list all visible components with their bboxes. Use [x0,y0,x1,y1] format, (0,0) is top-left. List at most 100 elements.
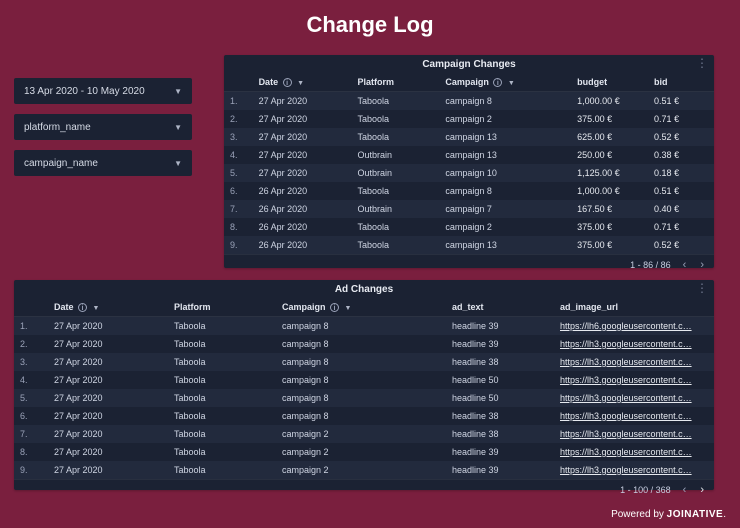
col-date[interactable]: Date i ▼ [253,73,352,92]
cell-platform: Taboola [168,425,276,443]
cell-budget: 1,000.00 € [571,92,648,111]
cell-date: 27 Apr 2020 [253,164,352,182]
ad-image-link[interactable]: https://lh6.googleusercontent.c… [560,321,692,331]
sort-desc-icon: ▼ [345,305,352,312]
prev-page-icon[interactable]: ‹ [681,259,689,271]
col-ad-image-url[interactable]: ad_image_url [554,298,714,317]
cell-bid: 0.40 € [648,200,714,218]
table-row[interactable]: 1.27 Apr 2020Taboolacampaign 81,000.00 €… [224,92,714,111]
cell-campaign: campaign 2 [439,218,571,236]
cell-date: 27 Apr 2020 [48,407,168,425]
cell-platform: Outbrain [351,146,439,164]
cell-platform: Taboola [351,110,439,128]
pager: 1 - 100 / 368 ‹ › [14,479,714,500]
cell-platform: Taboola [351,218,439,236]
cell-bid: 0.52 € [648,236,714,254]
table-row[interactable]: 2.27 Apr 2020Taboolacampaign 8headline 3… [14,335,714,353]
ad-image-link[interactable]: https://lh3.googleusercontent.c… [560,429,692,439]
cell-platform: Outbrain [351,200,439,218]
date-range-select[interactable]: 13 Apr 2020 - 10 May 2020 ▼ [14,78,192,104]
cell-bid: 0.51 € [648,182,714,200]
ad-image-link[interactable]: https://lh3.googleusercontent.c… [560,411,692,421]
cell-campaign: campaign 2 [276,443,446,461]
ad-changes-panel: Ad Changes ⋮ Date i ▼ Platform Campaign … [14,280,714,490]
row-index: 1. [14,317,48,336]
next-page-icon[interactable]: › [698,484,706,496]
campaign-select[interactable]: campaign_name ▼ [14,150,192,176]
table-row[interactable]: 6.26 Apr 2020Taboolacampaign 81,000.00 €… [224,182,714,200]
ad-image-link[interactable]: https://lh3.googleusercontent.c… [560,339,692,349]
cell-platform: Taboola [351,128,439,146]
table-row[interactable]: 2.27 Apr 2020Taboolacampaign 2375.00 €0.… [224,110,714,128]
col-bid[interactable]: bid [648,73,714,92]
cell-campaign: campaign 13 [439,146,571,164]
cell-date: 27 Apr 2020 [48,317,168,336]
cell-campaign: campaign 8 [276,335,446,353]
cell-campaign: campaign 8 [276,389,446,407]
brand: JOINATIVE [667,509,724,520]
cell-campaign: campaign 7 [439,200,571,218]
col-platform[interactable]: Platform [168,298,276,317]
table-row[interactable]: 7.26 Apr 2020Outbraincampaign 7167.50 €0… [224,200,714,218]
ad-image-link[interactable]: https://lh3.googleusercontent.c… [560,357,692,367]
sort-desc-icon: ▼ [297,80,304,87]
cell-ad-image-url: https://lh3.googleusercontent.c… [554,353,714,371]
table-row[interactable]: 1.27 Apr 2020Taboolacampaign 8headline 3… [14,317,714,336]
row-index: 6. [14,407,48,425]
cell-platform: Taboola [168,371,276,389]
cell-ad-text: headline 38 [446,353,554,371]
campaign-changes-panel: Campaign Changes ⋮ Date i ▼ Platform Cam… [224,55,714,268]
info-icon[interactable]: i [78,303,87,312]
ad-image-link[interactable]: https://lh3.googleusercontent.c… [560,375,692,385]
cell-campaign: campaign 2 [276,461,446,479]
col-date[interactable]: Date i ▼ [48,298,168,317]
col-budget[interactable]: budget [571,73,648,92]
table-row[interactable]: 4.27 Apr 2020Taboolacampaign 8headline 5… [14,371,714,389]
info-icon[interactable]: i [493,78,502,87]
filters: 13 Apr 2020 - 10 May 2020 ▼ platform_nam… [14,78,192,176]
prev-page-icon[interactable]: ‹ [681,484,689,496]
table-row[interactable]: 8.27 Apr 2020Taboolacampaign 2headline 3… [14,443,714,461]
table-row[interactable]: 4.27 Apr 2020Outbraincampaign 13250.00 €… [224,146,714,164]
info-icon[interactable]: i [283,78,292,87]
col-platform[interactable]: Platform [351,73,439,92]
row-index: 3. [224,128,253,146]
table-row[interactable]: 6.27 Apr 2020Taboolacampaign 8headline 3… [14,407,714,425]
cell-ad-text: headline 38 [446,407,554,425]
col-campaign[interactable]: Campaign i ▼ [439,73,571,92]
ad-image-link[interactable]: https://lh3.googleusercontent.c… [560,393,692,403]
ad-image-link[interactable]: https://lh3.googleusercontent.c… [560,447,692,457]
table-row[interactable]: 3.27 Apr 2020Taboolacampaign 8headline 3… [14,353,714,371]
ad-image-link[interactable]: https://lh3.googleusercontent.c… [560,465,692,475]
table-row[interactable]: 7.27 Apr 2020Taboolacampaign 2headline 3… [14,425,714,443]
kebab-menu-icon[interactable]: ⋮ [696,282,708,294]
kebab-menu-icon[interactable]: ⋮ [696,57,708,69]
cell-budget: 375.00 € [571,236,648,254]
row-index: 2. [224,110,253,128]
cell-platform: Taboola [351,92,439,111]
col-campaign[interactable]: Campaign i ▼ [276,298,446,317]
cell-date: 27 Apr 2020 [253,110,352,128]
cell-platform: Taboola [168,317,276,336]
table-row[interactable]: 5.27 Apr 2020Outbraincampaign 101,125.00… [224,164,714,182]
table-row[interactable]: 9.27 Apr 2020Taboolacampaign 2headline 3… [14,461,714,479]
col-ad-text[interactable]: ad_text [446,298,554,317]
row-index: 5. [14,389,48,407]
cell-ad-image-url: https://lh3.googleusercontent.c… [554,425,714,443]
table-row[interactable]: 3.27 Apr 2020Taboolacampaign 13625.00 €0… [224,128,714,146]
platform-select[interactable]: platform_name ▼ [14,114,192,140]
table-row[interactable]: 8.26 Apr 2020Taboolacampaign 2375.00 €0.… [224,218,714,236]
cell-ad-text: headline 38 [446,425,554,443]
chevron-down-icon: ▼ [174,123,182,132]
table-row[interactable]: 5.27 Apr 2020Taboolacampaign 8headline 5… [14,389,714,407]
info-icon[interactable]: i [330,303,339,312]
cell-ad-text: headline 39 [446,461,554,479]
cell-date: 27 Apr 2020 [253,128,352,146]
cell-ad-image-url: https://lh6.googleusercontent.c… [554,317,714,336]
cell-platform: Taboola [351,236,439,254]
table-row[interactable]: 9.26 Apr 2020Taboolacampaign 13375.00 €0… [224,236,714,254]
next-page-icon[interactable]: › [698,259,706,271]
cell-date: 27 Apr 2020 [253,92,352,111]
cell-platform: Taboola [168,335,276,353]
panel-title: Campaign Changes [422,59,515,70]
